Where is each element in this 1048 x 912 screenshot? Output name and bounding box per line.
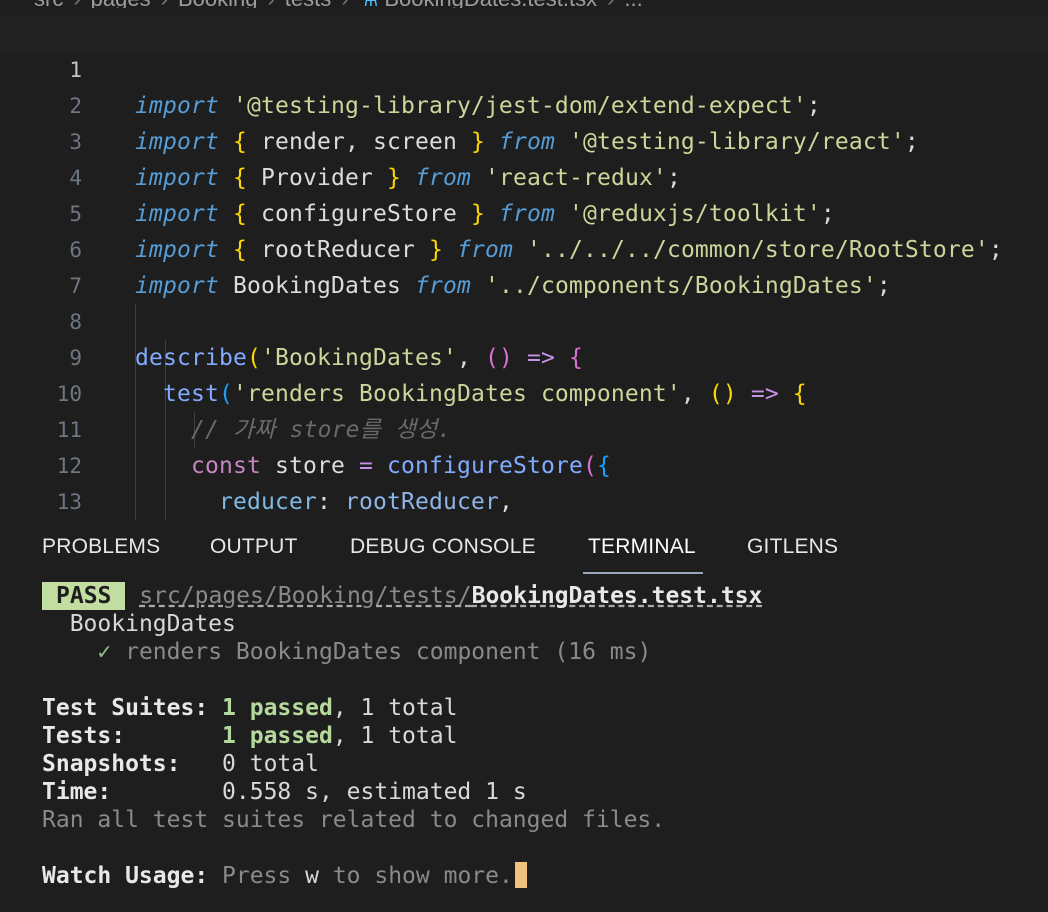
tests-label: Tests: xyxy=(42,723,126,749)
suite-name: BookingDates xyxy=(69,611,236,637)
bottom-panel: PROBLEMS OUTPUT DEBUG CONSOLE TERMINAL G… xyxy=(0,520,1048,912)
suites-label: Test Suites: xyxy=(42,695,209,721)
chevron-right-icon: › xyxy=(161,0,168,8)
terminal-line: Time: 0.558 s, estimated 1 s xyxy=(42,778,527,806)
suites-total: , 1 total xyxy=(332,695,458,721)
terminal-line: ✓ renders BookingDates component (16 ms) xyxy=(42,638,651,666)
breadcrumb-item-more[interactable]: ... xyxy=(624,0,642,8)
chevron-right-icon: › xyxy=(267,0,274,8)
code-line[interactable]: 9 test('renders BookingDates component',… xyxy=(0,304,1048,407)
test-path-dir: src/pages/Booking/tests/ xyxy=(139,583,472,609)
time-value: 0.558 s, estimated 1 s xyxy=(222,779,527,805)
chevron-right-icon: › xyxy=(607,0,614,8)
terminal-line: Ran all test suites related to changed f… xyxy=(42,806,665,834)
code-line[interactable]: 12 reducer: rootReducer, xyxy=(0,412,1048,515)
terminal-line: PASS src/pages/Booking/tests/BookingDate… xyxy=(42,582,762,610)
chevron-right-icon: › xyxy=(341,0,348,8)
code-line[interactable]: 4 import { configureStore } from '@redux… xyxy=(0,124,1048,227)
suites-passed: 1 passed xyxy=(222,695,333,721)
code-line[interactable]: 2 import { render, screen } from '@testi… xyxy=(0,52,1048,155)
breadcrumb-item-tests[interactable]: tests xyxy=(285,0,331,8)
watch-usage-label: Watch Usage: xyxy=(42,863,209,889)
code-line[interactable]: 5 import { rootReducer } from '../../../… xyxy=(0,160,1048,263)
terminal-line: Snapshots: 0 total xyxy=(42,750,319,778)
breadcrumb-item-booking[interactable]: Booking xyxy=(178,0,258,8)
watch-key: w xyxy=(305,863,319,889)
active-tab-indicator xyxy=(583,572,703,574)
terminal-line: BookingDates xyxy=(42,610,236,638)
terminal-cursor xyxy=(514,862,527,888)
breadcrumb: src › pages › Booking › tests › ⚗ BookingDates.te… xyxy=(0,0,1048,8)
code-line[interactable]: 11 const store = configureStore({ xyxy=(0,376,1048,479)
tab-terminal[interactable]: TERMINAL xyxy=(588,520,696,574)
watch-press: Press xyxy=(208,863,306,889)
test-file-icon: ⚗ xyxy=(359,0,379,8)
watch-rest: to show more. xyxy=(318,863,513,889)
terminal-output[interactable]: PASS src/pages/Booking/tests/BookingDate… xyxy=(42,582,1042,912)
snapshots-value: 0 total xyxy=(222,751,319,777)
chevron-right-icon: › xyxy=(73,0,80,8)
snapshots-label: Snapshots: xyxy=(42,751,181,777)
terminal-line: Watch Usage: Press w to show more. xyxy=(42,862,527,890)
tests-total: , 1 total xyxy=(332,723,458,749)
code-line[interactable]: 8 describe('BookingDates', () => { xyxy=(0,268,1048,371)
code-editor[interactable]: 1 import '@testing-library/jest-dom/exte… xyxy=(0,16,1048,520)
code-line[interactable]: 1 import '@testing-library/jest-dom/exte… xyxy=(0,16,1048,119)
breadcrumb-item-src[interactable]: src xyxy=(34,0,63,8)
tab-output[interactable]: OUTPUT xyxy=(210,520,298,574)
code-line[interactable]: 14 xyxy=(0,484,1048,520)
breadcrumb-item-pages[interactable]: pages xyxy=(91,0,151,8)
code-line[interactable]: 13 }); xyxy=(0,448,1048,514)
tab-problems[interactable]: PROBLEMS xyxy=(42,520,160,574)
ran-all-message: Ran all test suites related to changed f… xyxy=(42,807,666,833)
terminal-line: Test Suites: 1 passed, 1 total xyxy=(42,694,457,722)
code-line[interactable]: 7 xyxy=(0,232,1048,298)
pass-badge: PASS xyxy=(42,582,126,610)
tab-debug-console[interactable]: DEBUG CONSOLE xyxy=(350,520,536,574)
time-label: Time: xyxy=(42,779,112,805)
code-line[interactable]: 3 import { Provider } from 'react-redux'… xyxy=(0,88,1048,191)
code-line[interactable]: 6 import BookingDates from '../component… xyxy=(0,196,1048,299)
terminal-line: Tests: 1 passed, 1 total xyxy=(42,722,457,750)
test-result: renders BookingDates component (16 ms) xyxy=(125,639,652,665)
tab-gitlens[interactable]: GITLENS xyxy=(747,520,838,574)
code-line[interactable]: 10 // 가짜 store를 생성. xyxy=(0,340,1048,443)
test-path-file: BookingDates.test.tsx xyxy=(471,583,763,609)
check-icon: ✓ xyxy=(97,639,112,665)
tests-passed: 1 passed xyxy=(222,723,333,749)
panel-tabs: PROBLEMS OUTPUT DEBUG CONSOLE TERMINAL G… xyxy=(0,520,1048,576)
breadcrumb-item-file[interactable]: BookingDates.test.tsx xyxy=(384,0,597,8)
